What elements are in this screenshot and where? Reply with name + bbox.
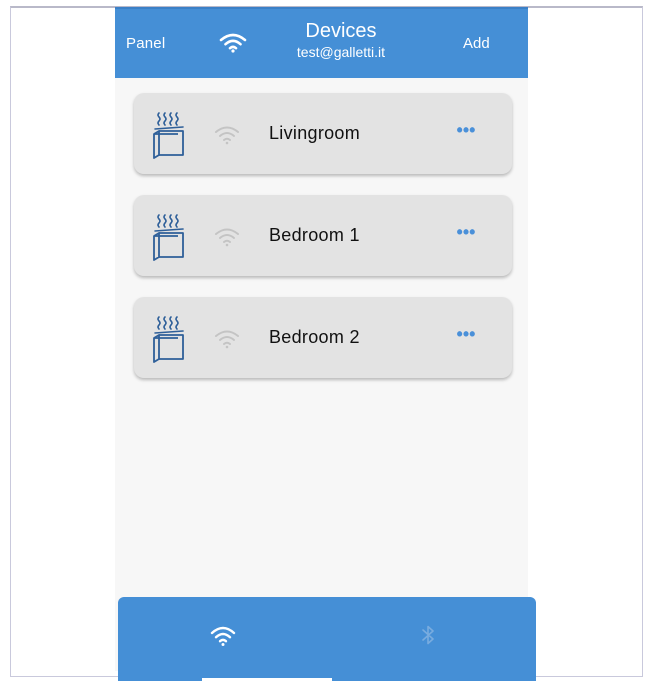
app-header: Panel Devices test@galletti.it Add [115, 9, 528, 78]
app-screen: Panel Devices test@galletti.it Add Livin… [115, 7, 528, 671]
wifi-icon [210, 626, 236, 646]
panel-button[interactable]: Panel [126, 35, 165, 52]
wifi-icon [219, 33, 247, 53]
heater-icon [150, 111, 190, 159]
device-name: Livingroom [269, 123, 361, 143]
wifi-icon [214, 227, 240, 247]
bluetooth-icon [422, 625, 434, 645]
device-name: Bedroom 2 [269, 327, 360, 347]
tab-wifi[interactable] [210, 625, 236, 647]
device-card[interactable]: Bedroom 1 ••• [134, 195, 512, 276]
heater-icon [150, 315, 190, 363]
account-email: test@galletti.it [296, 44, 386, 60]
wifi-icon [214, 125, 240, 145]
more-options-button[interactable]: ••• [450, 325, 482, 349]
page-title: Devices [305, 20, 377, 42]
wifi-icon [214, 329, 240, 349]
device-card[interactable]: Livingroom ••• [134, 93, 512, 174]
tab-bluetooth[interactable] [418, 623, 438, 647]
more-options-button[interactable]: ••• [450, 121, 482, 145]
heater-icon [150, 213, 190, 261]
device-name: Bedroom 1 [269, 225, 360, 245]
more-options-button[interactable]: ••• [450, 223, 482, 247]
device-card[interactable]: Bedroom 2 ••• [134, 297, 512, 378]
bottom-tab-bar [118, 597, 536, 681]
add-button[interactable]: Add [463, 35, 490, 52]
